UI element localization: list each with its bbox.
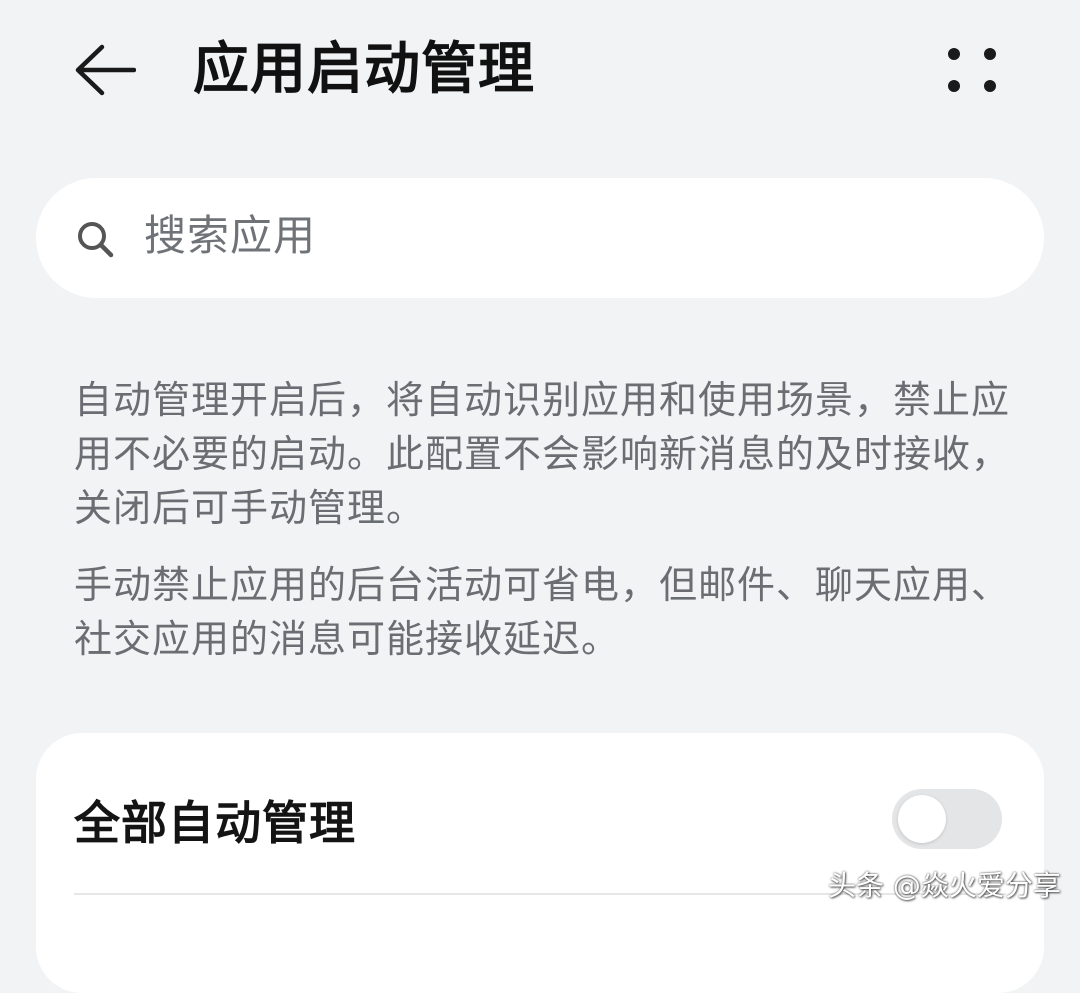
auto-manage-all-label: 全部自动管理 (74, 796, 356, 850)
search-input[interactable]: 搜索应用 (36, 178, 1044, 298)
toggle-knob (898, 795, 946, 843)
app-header: 应用启动管理 (0, 0, 1080, 145)
description-manual-manage: 手动禁止应用的后台活动可省电，但邮件、聊天应用、社交应用的消息可能接收延迟。 (74, 563, 1011, 661)
search-icon (78, 222, 114, 258)
auto-manage-all-toggle[interactable] (892, 789, 1002, 849)
settings-card: 全部自动管理 (36, 733, 1044, 993)
arrow-left-icon (75, 44, 136, 96)
more-options-button[interactable] (932, 32, 1012, 108)
description-auto-manage: 自动管理开启后，将自动识别应用和使用场景，禁止应用不必要的启动。此配置不会影响新… (74, 378, 1011, 530)
back-button[interactable] (60, 30, 150, 110)
search-placeholder: 搜索应用 (144, 211, 317, 260)
page-title: 应用启动管理 (193, 37, 535, 102)
watermark: 头条 @焱火爱分享 (828, 869, 1061, 902)
